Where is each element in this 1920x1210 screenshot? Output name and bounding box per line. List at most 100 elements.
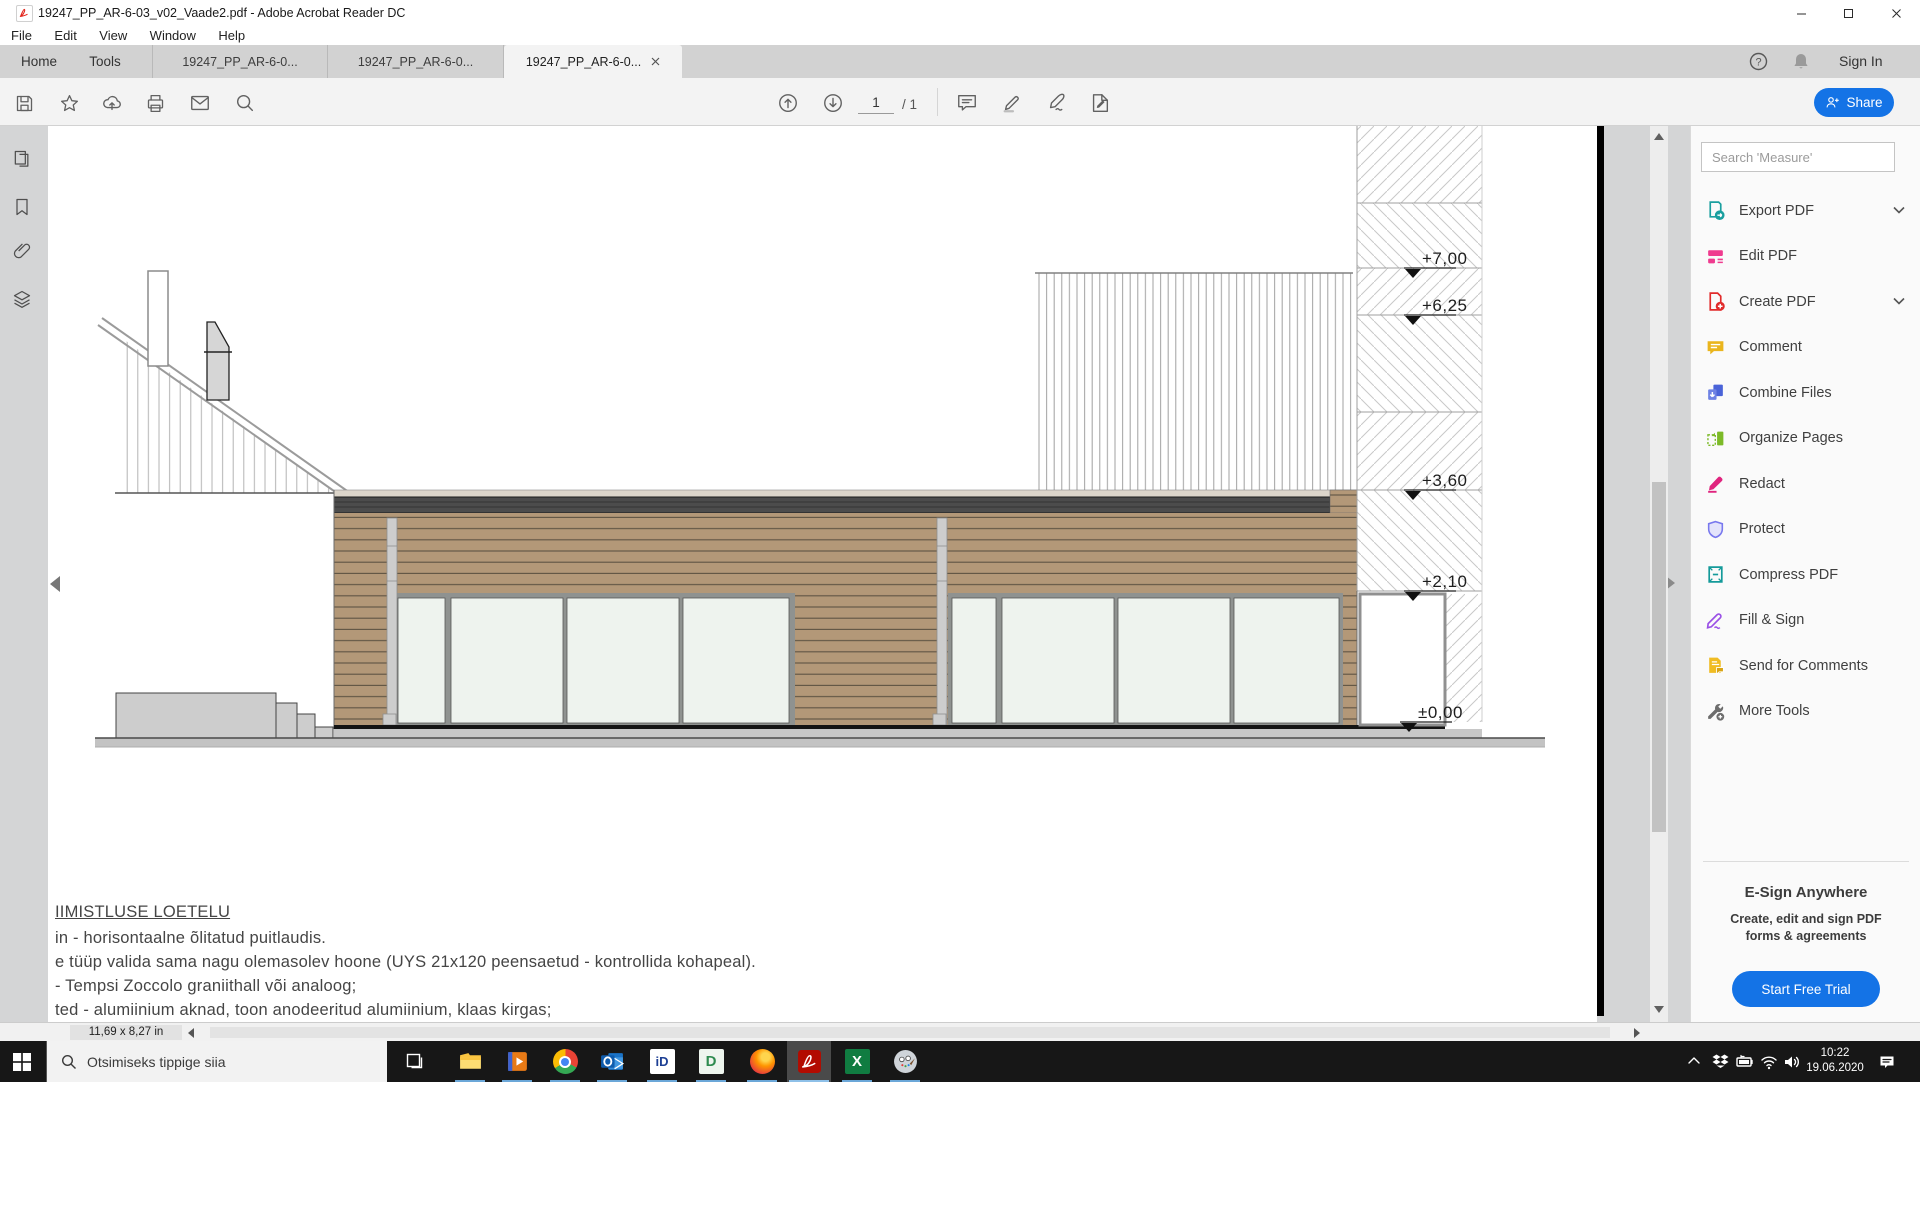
vertical-scrollbar[interactable] (1650, 126, 1668, 1022)
chrome-icon[interactable] (543, 1041, 587, 1082)
existing-house-gable (98, 271, 360, 503)
tab-close-icon[interactable] (651, 57, 660, 66)
highlight-tool-icon[interactable] (1000, 91, 1024, 115)
menu-view[interactable]: View (90, 26, 136, 43)
tab-home[interactable]: Home (8, 45, 70, 78)
gimp-icon[interactable] (883, 1041, 927, 1082)
panel-item-fill-sign[interactable]: Fill & Sign (1691, 598, 1920, 644)
search-icon (61, 1054, 77, 1070)
layers-icon[interactable] (12, 289, 32, 309)
panel-item-redact[interactable]: Redact (1691, 461, 1920, 507)
notification-bell-icon[interactable] (1792, 52, 1810, 71)
panel-item-edit-pdf[interactable]: Edit PDF (1691, 234, 1920, 280)
digidoc-crypto-icon[interactable]: D (689, 1041, 733, 1082)
action-center-icon[interactable] (1878, 1053, 1896, 1071)
window-group-1 (392, 593, 795, 728)
digidoc-id-icon[interactable]: iD (640, 1041, 684, 1082)
parapet-corner (1330, 490, 1357, 513)
help-icon[interactable]: ? (1749, 52, 1768, 71)
maximize-button[interactable] (1833, 4, 1863, 22)
notes-line: e tüüp valida sama nagu olemasolev hoone… (55, 953, 756, 972)
panel-search-input[interactable] (1701, 142, 1895, 172)
panel-item-send-for-comments[interactable]: Send for Comments (1691, 643, 1920, 689)
clock[interactable]: 10:22 19.06.2020 (1800, 1046, 1870, 1076)
page-thumbnails-icon[interactable] (12, 149, 32, 169)
panel-item-more-tools[interactable]: More Tools (1691, 689, 1920, 735)
battery-icon[interactable] (1736, 1053, 1754, 1071)
menu-file[interactable]: File (2, 26, 41, 43)
attachments-paperclip-icon[interactable] (12, 241, 32, 261)
wifi-icon[interactable] (1760, 1053, 1778, 1071)
building-elevation (334, 490, 1482, 738)
sign-in-button[interactable]: Sign In (1839, 53, 1883, 69)
star-icon[interactable] (57, 91, 81, 115)
excel-icon[interactable]: X (835, 1041, 879, 1082)
page-number-input[interactable]: 1 (858, 95, 894, 114)
window-group-2 (948, 593, 1343, 728)
movies-tv-icon[interactable] (495, 1041, 539, 1082)
chevron-down-icon[interactable] (1893, 206, 1905, 214)
panel-item-organize-pages[interactable]: Organize Pages (1691, 416, 1920, 462)
clock-date: 19.06.2020 (1800, 1061, 1870, 1076)
hscroll-right-icon[interactable] (1634, 1028, 1640, 1038)
bookmarks-icon[interactable] (12, 197, 32, 217)
dropbox-icon[interactable] (1712, 1053, 1730, 1071)
notes-line: ted - alumiinium aknad, toon anodeeritud… (55, 1001, 552, 1020)
tab-document-1[interactable]: 19247_PP_AR-6-0... (152, 45, 328, 78)
fill-sign-tool-icon[interactable] (1045, 91, 1069, 115)
share-button[interactable]: Share (1814, 88, 1894, 117)
chevron-down-icon[interactable] (1893, 297, 1905, 305)
scroll-up-icon[interactable] (1654, 133, 1664, 140)
outlook-icon[interactable] (590, 1041, 634, 1082)
level-label: ±0,00 (1418, 703, 1463, 722)
tab-document-2[interactable]: 19247_PP_AR-6-0... (328, 45, 504, 78)
page-right-edge (1597, 126, 1604, 1016)
esign-subtitle: Create, edit and sign PDF (1691, 912, 1920, 926)
minimize-button[interactable] (1786, 4, 1816, 22)
vertical-scroll-thumb[interactable] (1652, 482, 1666, 832)
esign-title: E-Sign Anywhere (1691, 884, 1920, 901)
horizontal-scroll-thumb[interactable] (210, 1027, 1610, 1038)
save-icon[interactable] (12, 91, 36, 115)
firefox-icon[interactable] (740, 1041, 784, 1082)
task-view-icon[interactable] (392, 1041, 436, 1082)
hscroll-left-icon[interactable] (188, 1028, 194, 1038)
panel-item-create-pdf[interactable]: Create PDF (1691, 279, 1920, 325)
panel-item-compress-pdf[interactable]: Compress PDF (1691, 552, 1920, 598)
panel-item-comment[interactable]: Comment (1691, 325, 1920, 371)
send-sign-tool-icon[interactable] (1088, 91, 1112, 115)
pdf-page[interactable]: +7,00 +6,25 +3,60 +2,10 ±0,00 IIMISTLU (48, 126, 1597, 1022)
menu-edit[interactable]: Edit (45, 26, 85, 43)
tray-expand-chevron-icon[interactable] (1686, 1053, 1704, 1071)
taskbar-search-input[interactable]: Otsimiseks tippige siia (46, 1041, 387, 1082)
protect-shield-icon (1705, 519, 1726, 540)
collapse-left-pane-icon[interactable] (50, 576, 60, 592)
panel-item-export-pdf[interactable]: Export PDF (1691, 188, 1920, 234)
panel-item-combine-files[interactable]: Combine Files (1691, 370, 1920, 416)
status-bar: 11,69 x 8,27 in (0, 1022, 1920, 1041)
comment-tool-icon[interactable] (955, 91, 979, 115)
comment-icon (1705, 337, 1726, 358)
start-free-trial-button[interactable]: Start Free Trial (1732, 971, 1880, 1007)
close-button[interactable] (1881, 4, 1911, 22)
print-icon[interactable] (143, 91, 167, 115)
acrobat-reader-icon[interactable] (787, 1041, 831, 1082)
search-zoom-icon[interactable] (233, 91, 257, 115)
title-bar: 19247_PP_AR-6-03_v02_Vaade2.pdf - Adobe … (0, 0, 1920, 26)
menu-window[interactable]: Window (141, 26, 205, 43)
panel-item-protect[interactable]: Protect (1691, 507, 1920, 553)
volume-icon[interactable] (1783, 1053, 1801, 1071)
file-explorer-icon[interactable] (448, 1041, 492, 1082)
send-for-comments-icon (1705, 655, 1726, 676)
menu-help[interactable]: Help (209, 26, 254, 43)
previous-page-icon[interactable] (776, 91, 800, 115)
combine-files-icon (1705, 382, 1726, 403)
next-page-icon[interactable] (821, 91, 845, 115)
scroll-down-icon[interactable] (1654, 1006, 1664, 1013)
upload-cloud-icon[interactable] (100, 91, 124, 115)
tab-document-3-active[interactable]: 19247_PP_AR-6-0... (504, 45, 682, 78)
tab-bar: Home Tools 19247_PP_AR-6-0... 19247_PP_A… (0, 45, 1920, 79)
start-button[interactable] (0, 1041, 44, 1082)
tab-tools[interactable]: Tools (72, 45, 138, 78)
email-icon[interactable] (188, 91, 212, 115)
